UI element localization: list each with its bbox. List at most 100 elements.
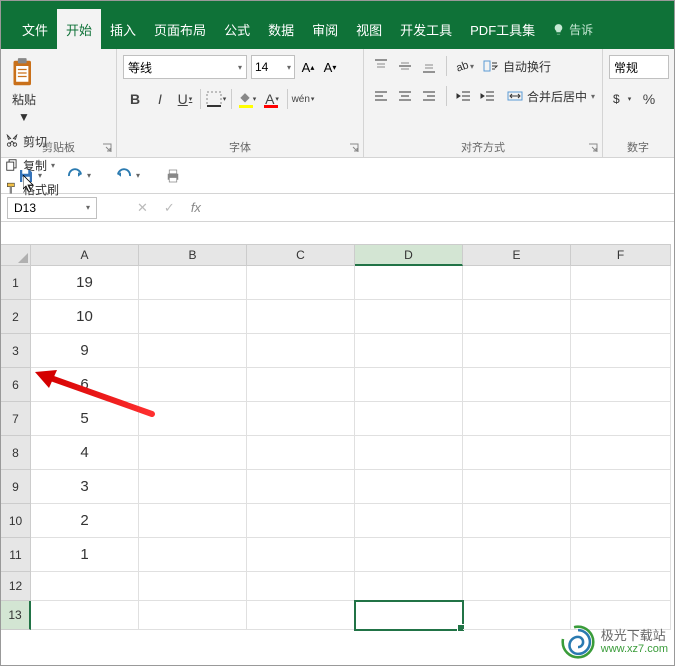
- cell-E3[interactable]: [463, 334, 571, 368]
- row-header-6[interactable]: 6: [1, 368, 31, 402]
- cell-B11[interactable]: [139, 538, 247, 572]
- menu-dev[interactable]: 开发工具: [391, 9, 461, 49]
- cell-E2[interactable]: [463, 300, 571, 334]
- row-header-9[interactable]: 9: [1, 470, 31, 504]
- cell-C12[interactable]: [247, 572, 355, 601]
- cell-C9[interactable]: [247, 470, 355, 504]
- cell-C7[interactable]: [247, 402, 355, 436]
- confirm-icon[interactable]: ✓: [164, 200, 175, 216]
- cell-A3[interactable]: 9: [31, 334, 139, 368]
- currency-icon[interactable]: $▾: [609, 87, 633, 111]
- cell-C13[interactable]: [247, 601, 355, 630]
- cell-A12[interactable]: [31, 572, 139, 601]
- cell-B8[interactable]: [139, 436, 247, 470]
- dialog-launcher-icon[interactable]: [588, 143, 598, 153]
- cell-E8[interactable]: [463, 436, 571, 470]
- fill-color-button[interactable]: ▾: [235, 87, 259, 111]
- cell-C11[interactable]: [247, 538, 355, 572]
- row-header-2[interactable]: 2: [1, 300, 31, 334]
- cell-E13[interactable]: [463, 601, 571, 630]
- cell-B9[interactable]: [139, 470, 247, 504]
- row-header-7[interactable]: 7: [1, 402, 31, 436]
- cell-A2[interactable]: 10: [31, 300, 139, 334]
- menu-formula[interactable]: 公式: [215, 9, 259, 49]
- tell-me[interactable]: 告诉: [552, 9, 593, 49]
- underline-button[interactable]: U▾: [173, 87, 197, 111]
- col-header-C[interactable]: C: [247, 244, 355, 266]
- font-size-select[interactable]: 14▾: [251, 55, 295, 79]
- dialog-launcher-icon[interactable]: [102, 143, 112, 153]
- print-button[interactable]: [164, 167, 182, 185]
- paste-button[interactable]: 粘贴 ▼: [5, 53, 43, 124]
- col-header-B[interactable]: B: [139, 244, 247, 266]
- increase-font-icon[interactable]: A▴: [299, 55, 317, 79]
- cell-D3[interactable]: [355, 334, 463, 368]
- cell-B7[interactable]: [139, 402, 247, 436]
- align-top-icon[interactable]: [370, 55, 392, 77]
- menu-layout[interactable]: 页面布局: [145, 9, 215, 49]
- cell-A7[interactable]: 5: [31, 402, 139, 436]
- cell-E11[interactable]: [463, 538, 571, 572]
- orientation-icon[interactable]: ab▾: [453, 55, 475, 77]
- font-color-button[interactable]: A▾: [260, 87, 284, 111]
- align-right-icon[interactable]: [418, 85, 440, 107]
- phonetic-button[interactable]: wén▾: [291, 87, 315, 111]
- align-center-icon[interactable]: [394, 85, 416, 107]
- cell-D2[interactable]: [355, 300, 463, 334]
- cell-D6[interactable]: [355, 368, 463, 402]
- col-header-F[interactable]: F: [571, 244, 671, 266]
- cell-C3[interactable]: [247, 334, 355, 368]
- decrease-font-icon[interactable]: A▾: [321, 55, 339, 79]
- cell-F6[interactable]: [571, 368, 671, 402]
- cell-F12[interactable]: [571, 572, 671, 601]
- decrease-indent-icon[interactable]: [453, 85, 475, 107]
- row-header-11[interactable]: 11: [1, 538, 31, 572]
- cell-B12[interactable]: [139, 572, 247, 601]
- cell-F11[interactable]: [571, 538, 671, 572]
- cell-F10[interactable]: [571, 504, 671, 538]
- cell-E12[interactable]: [463, 572, 571, 601]
- font-name-select[interactable]: 等线▾: [123, 55, 247, 79]
- row-header-8[interactable]: 8: [1, 436, 31, 470]
- cell-C1[interactable]: [247, 266, 355, 300]
- cell-D9[interactable]: [355, 470, 463, 504]
- align-bottom-icon[interactable]: [418, 55, 440, 77]
- undo-button[interactable]: ▾: [115, 168, 140, 184]
- merge-center-button[interactable]: 合并后居中▾: [507, 85, 595, 107]
- cell-B6[interactable]: [139, 368, 247, 402]
- col-header-A[interactable]: A: [31, 244, 139, 266]
- col-header-E[interactable]: E: [463, 244, 571, 266]
- cell-A13[interactable]: [31, 601, 139, 630]
- cell-A10[interactable]: 2: [31, 504, 139, 538]
- dialog-launcher-icon[interactable]: [349, 143, 359, 153]
- cell-F7[interactable]: [571, 402, 671, 436]
- cell-A8[interactable]: 4: [31, 436, 139, 470]
- cell-F3[interactable]: [571, 334, 671, 368]
- cell-E10[interactable]: [463, 504, 571, 538]
- row-header-13[interactable]: 13: [1, 601, 31, 630]
- cancel-icon[interactable]: ✕: [137, 200, 148, 216]
- italic-button[interactable]: I: [148, 87, 172, 111]
- cell-E7[interactable]: [463, 402, 571, 436]
- cell-E6[interactable]: [463, 368, 571, 402]
- cell-C6[interactable]: [247, 368, 355, 402]
- cell-A1[interactable]: 19: [31, 266, 139, 300]
- col-header-D[interactable]: D: [355, 244, 463, 266]
- number-format-select[interactable]: 常规: [609, 55, 669, 79]
- cell-B3[interactable]: [139, 334, 247, 368]
- cell-C10[interactable]: [247, 504, 355, 538]
- cell-D10[interactable]: [355, 504, 463, 538]
- cell-D13[interactable]: [355, 601, 463, 630]
- cell-D1[interactable]: [355, 266, 463, 300]
- cell-E1[interactable]: [463, 266, 571, 300]
- increase-indent-icon[interactable]: [477, 85, 499, 107]
- cell-A11[interactable]: 1: [31, 538, 139, 572]
- align-left-icon[interactable]: [370, 85, 392, 107]
- cell-F9[interactable]: [571, 470, 671, 504]
- row-header-10[interactable]: 10: [1, 504, 31, 538]
- cell-E9[interactable]: [463, 470, 571, 504]
- cell-A6[interactable]: 6: [31, 368, 139, 402]
- cell-F2[interactable]: [571, 300, 671, 334]
- cell-C8[interactable]: [247, 436, 355, 470]
- cell-B2[interactable]: [139, 300, 247, 334]
